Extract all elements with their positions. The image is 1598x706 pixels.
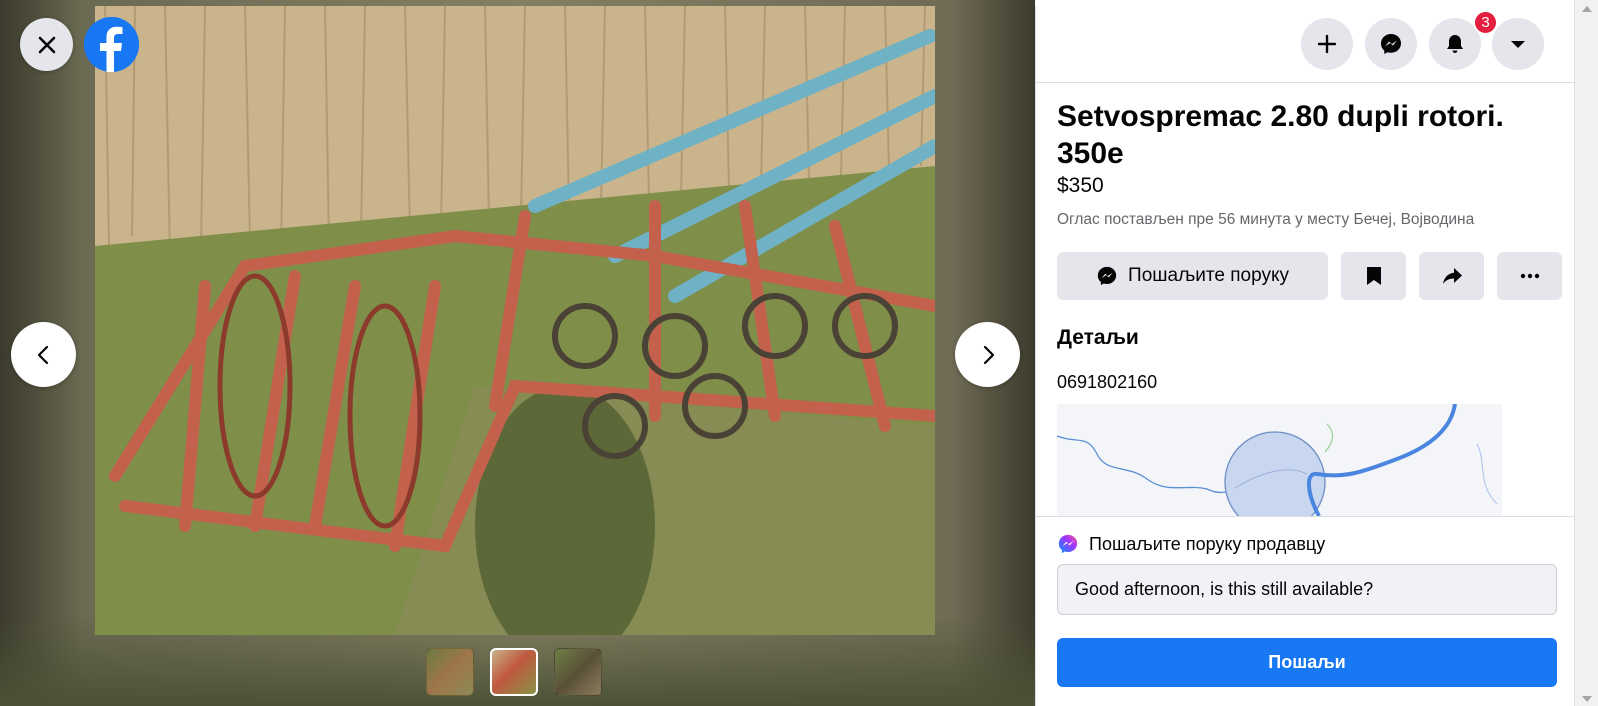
plus-icon: [1317, 34, 1337, 54]
thumbnail-2[interactable]: [490, 648, 538, 696]
account-menu-button[interactable]: [1492, 18, 1544, 70]
chevron-right-icon: [983, 345, 994, 364]
thumbnail-3[interactable]: [554, 648, 602, 696]
create-button[interactable]: [1301, 18, 1353, 70]
location-map[interactable]: [1057, 404, 1502, 516]
chevron-left-icon: [37, 345, 48, 364]
top-bar: 3: [1036, 6, 1574, 83]
next-photo-button[interactable]: [955, 322, 1020, 387]
listing-photo-image: [95, 6, 935, 635]
ellipsis-icon: [1520, 273, 1539, 279]
photo-viewer: [0, 0, 1035, 706]
message-composer: Пошаљите поруку продавцу Пошаљи: [1036, 516, 1574, 706]
send-message-button[interactable]: Пошаљите поруку: [1057, 252, 1328, 300]
messenger-button[interactable]: [1365, 18, 1417, 70]
listing-panel: 3 Setvospremac 2.80 dupli rotori. 350e $…: [1035, 6, 1574, 706]
details-heading: Детаљи: [1057, 326, 1139, 349]
facebook-logo[interactable]: [84, 17, 139, 72]
scroll-down-arrow-icon[interactable]: [1582, 696, 1592, 702]
listing-meta: Оглас постављен пре 56 минута у месту Бе…: [1057, 211, 1475, 228]
send-button[interactable]: Пошаљи: [1057, 638, 1557, 687]
scroll-up-arrow-icon[interactable]: [1582, 6, 1592, 12]
map-image: [1057, 404, 1502, 516]
messenger-icon: [1097, 266, 1117, 286]
previous-photo-button[interactable]: [11, 322, 76, 387]
listing-photo: [95, 6, 935, 635]
thumbnail-1[interactable]: [426, 648, 474, 696]
composer-label: Пошаљите поруку продавцу: [1057, 533, 1325, 555]
bookmark-icon: [1366, 267, 1381, 285]
composer-label-text: Пошаљите поруку продавцу: [1089, 533, 1326, 554]
caret-down-icon: [1511, 41, 1525, 48]
facebook-f-icon: [84, 17, 139, 72]
listing-title: Setvospremac 2.80 dupli rotori. 350e: [1057, 100, 1504, 170]
more-options-button[interactable]: [1497, 252, 1562, 300]
close-icon: [38, 36, 55, 53]
messenger-icon: [1381, 34, 1401, 54]
close-viewer-button[interactable]: [20, 18, 73, 71]
send-message-label: Пошаљите поруку: [1128, 265, 1289, 286]
bell-icon: [1447, 35, 1463, 53]
listing-description: 0691802160: [1057, 372, 1158, 392]
message-input[interactable]: [1057, 564, 1557, 615]
photo-thumbnails: [426, 648, 602, 696]
share-arrow-icon: [1442, 268, 1462, 284]
messenger-gradient-icon: [1058, 534, 1078, 554]
scrollbar[interactable]: [1574, 0, 1598, 706]
save-button[interactable]: [1341, 252, 1406, 300]
listing-price: $350: [1057, 174, 1104, 197]
share-button[interactable]: [1419, 252, 1484, 300]
